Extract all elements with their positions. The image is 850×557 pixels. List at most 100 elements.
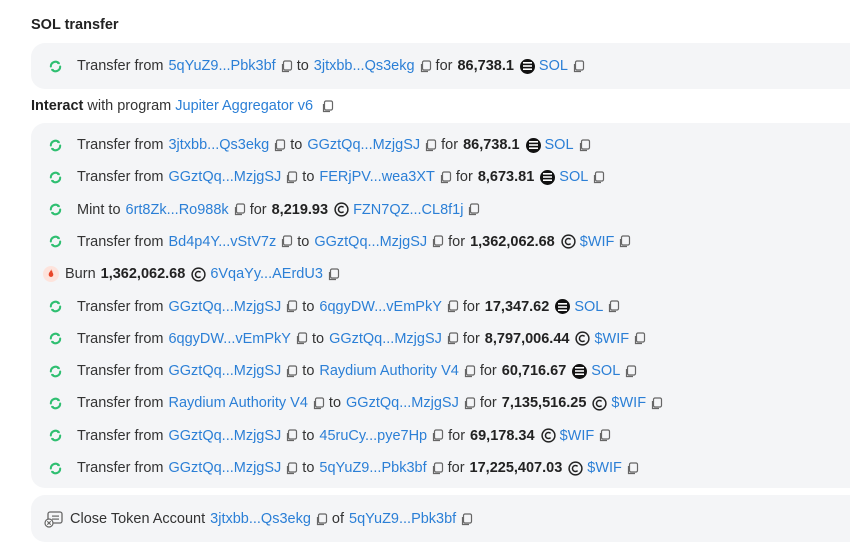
copy-icon[interactable] xyxy=(273,138,286,152)
token-link[interactable]: SOL xyxy=(539,58,568,74)
close-account-icon xyxy=(44,510,64,528)
copy-icon[interactable] xyxy=(312,397,325,410)
fire-icon xyxy=(43,266,59,283)
refresh-icon xyxy=(47,234,63,250)
copy-icon[interactable] xyxy=(650,397,663,410)
sol-token-icon xyxy=(540,169,556,185)
token-link[interactable]: $WIF xyxy=(587,460,622,476)
interact-row: Transfer from Raydium Authority V4 to GGztQ… xyxy=(47,391,850,415)
sol-token-icon xyxy=(555,299,571,314)
token-c-icon xyxy=(191,267,206,282)
action-verb: Transfer from xyxy=(77,427,164,444)
of-word: of xyxy=(331,511,344,527)
copy-icon[interactable] xyxy=(285,300,298,313)
from-address-link[interactable]: 5qYuZ9...Pbk3bf xyxy=(168,58,275,74)
action-verb: Transfer from xyxy=(77,298,164,315)
to-address-link[interactable]: GGztQq...MzjgSJ xyxy=(314,234,427,250)
copy-icon[interactable] xyxy=(460,512,473,526)
to-address-link[interactable]: GGztQq...MzjgSJ xyxy=(307,137,420,153)
interact-row: Transfer from GGztQq...MzjgSJ to 45ruCy...p… xyxy=(47,424,850,448)
to-word: to xyxy=(302,460,315,476)
refresh-icon xyxy=(47,460,63,476)
interact-row: Transfer from Bd4p4Y...vStV7z to GGztQq...M… xyxy=(47,230,850,254)
to-address-link[interactable]: 3jtxbb...Qs3ekg xyxy=(314,58,415,74)
token-link[interactable]: $WIF xyxy=(580,234,615,250)
copy-icon[interactable] xyxy=(463,364,476,378)
interact-row: Transfer from 6qgyDW...vEmPkY to GGztQq...M… xyxy=(47,327,850,351)
program-link[interactable]: Jupiter Aggregator v6 xyxy=(175,98,313,114)
owner-link[interactable]: 5qYuZ9...Pbk3bf xyxy=(349,511,456,527)
token-link[interactable]: 6VqaYy...AErdU3 xyxy=(210,266,323,282)
action-verb: Burn xyxy=(65,266,96,283)
copy-icon[interactable] xyxy=(419,59,432,73)
from-address-link[interactable]: GGztQq...MzjgSJ xyxy=(168,363,281,379)
to-address-link[interactable]: FERjPV...wea3XT xyxy=(319,169,435,185)
copy-icon[interactable] xyxy=(598,429,611,442)
copy-icon[interactable] xyxy=(446,332,459,345)
action-verb: Transfer from xyxy=(77,137,164,153)
action-verb: Transfer from xyxy=(77,169,164,186)
token-link[interactable]: SOL xyxy=(591,363,620,379)
token-link[interactable]: FZN7QZ...CL8f1j xyxy=(353,202,463,218)
token-link[interactable]: $WIF xyxy=(560,428,595,444)
copy-icon[interactable] xyxy=(295,332,308,345)
copy-icon[interactable] xyxy=(285,429,298,442)
sol-token-icon xyxy=(525,137,541,153)
copy-icon[interactable] xyxy=(285,364,298,378)
copy-icon[interactable] xyxy=(626,461,639,475)
copy-icon[interactable] xyxy=(467,203,480,216)
interact-row: Transfer from GGztQq...MzjgSJ to Raydium Au… xyxy=(47,359,850,383)
from-address-link[interactable]: GGztQq...MzjgSJ xyxy=(168,169,281,185)
interact-row: Mint to 6rt8Zk...Ro988k for 8,219.93 FZN7QZ.… xyxy=(47,198,850,222)
to-address-link[interactable]: Raydium Authority V4 xyxy=(319,363,458,379)
copy-icon[interactable] xyxy=(607,300,620,313)
from-address-link[interactable]: 3jtxbb...Qs3ekg xyxy=(168,137,269,153)
from-address-link[interactable]: GGztQq...MzjgSJ xyxy=(168,299,281,315)
interact-row: Transfer from 3jtxbb...Qs3ekg to GGztQq...M… xyxy=(47,133,850,157)
from-address-link[interactable]: 6qgyDW...vEmPkY xyxy=(168,331,290,347)
from-address-link[interactable]: GGztQq...MzjgSJ xyxy=(168,428,281,444)
from-address-link[interactable]: Raydium Authority V4 xyxy=(168,395,307,411)
to-address-link[interactable]: 6qgyDW...vEmPkY xyxy=(319,299,441,315)
amount: 60,716.67 xyxy=(501,363,567,380)
from-address-link[interactable]: Bd4p4Y...vStV7z xyxy=(168,234,276,250)
token-link[interactable]: SOL xyxy=(559,169,588,185)
copy-icon[interactable] xyxy=(431,461,444,475)
account-link[interactable]: 3jtxbb...Qs3ekg xyxy=(210,511,311,527)
for-word: for xyxy=(249,201,267,218)
copy-icon[interactable] xyxy=(439,171,452,184)
copy-icon[interactable] xyxy=(624,364,637,378)
copy-icon[interactable] xyxy=(327,268,340,281)
copy-icon[interactable] xyxy=(446,300,459,313)
token-link[interactable]: SOL xyxy=(574,299,603,315)
copy-icon[interactable] xyxy=(285,461,298,475)
to-address-link[interactable]: 45ruCy...pye7Hp xyxy=(319,428,427,444)
interact-row: Burn 1,362,062.68 6VqaYy...AErdU3 xyxy=(43,262,850,286)
to-address-link[interactable]: 5qYuZ9...Pbk3bf xyxy=(319,460,426,476)
copy-icon[interactable] xyxy=(463,397,476,410)
copy-icon[interactable] xyxy=(633,332,646,345)
copy-icon[interactable] xyxy=(431,235,444,248)
token-link[interactable]: $WIF xyxy=(594,331,629,347)
token-link[interactable]: SOL xyxy=(545,137,574,153)
copy-icon[interactable] xyxy=(285,171,298,184)
copy-icon[interactable] xyxy=(424,138,437,152)
copy-icon[interactable] xyxy=(280,235,293,248)
to-address-link[interactable]: GGztQq...MzjgSJ xyxy=(329,331,442,347)
copy-icon[interactable] xyxy=(578,138,591,152)
copy-icon[interactable] xyxy=(592,171,605,184)
copy-icon[interactable] xyxy=(572,59,585,73)
copy-icon[interactable] xyxy=(233,203,246,216)
for-word: for xyxy=(441,137,459,153)
copy-icon[interactable] xyxy=(618,235,631,248)
copy-icon[interactable] xyxy=(321,100,334,113)
copy-icon[interactable] xyxy=(280,59,293,73)
from-address-link[interactable]: GGztQq...MzjgSJ xyxy=(168,460,281,476)
copy-icon[interactable] xyxy=(431,429,444,442)
to-address-link[interactable]: 6rt8Zk...Ro988k xyxy=(126,202,229,218)
token-link[interactable]: $WIF xyxy=(611,395,646,411)
for-word: for xyxy=(448,233,466,250)
copy-icon[interactable] xyxy=(315,512,328,526)
to-address-link[interactable]: GGztQq...MzjgSJ xyxy=(346,395,459,411)
to-word: to xyxy=(302,298,315,315)
